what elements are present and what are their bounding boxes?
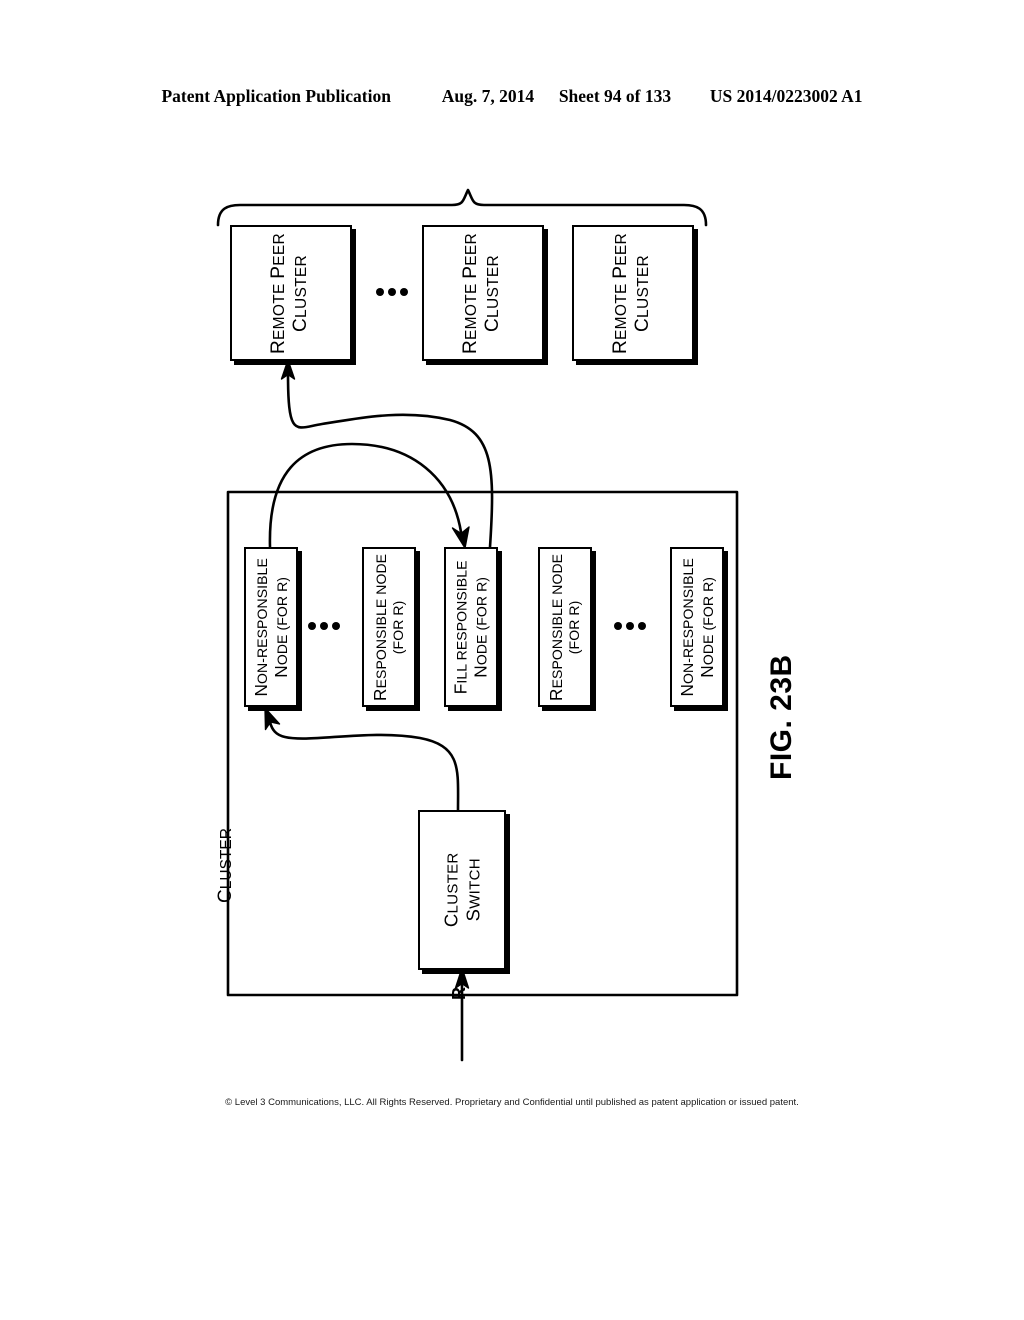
node-label-non-responsible-right: NON-RESPONSIBLE NODE (FOR R) (676, 557, 718, 697)
node-box-responsible-left[interactable]: RESPONSIBLE NODE (FOR R) (362, 547, 416, 707)
node-label-responsible-right: RESPONSIBLE NODE (FOR R) (546, 553, 583, 701)
input-label-r: R (449, 987, 469, 1000)
remote-peer-cluster-label-3: REMOTE PEER CLUSTER (610, 232, 654, 354)
remote-peer-cluster-box-2[interactable]: REMOTE PEER CLUSTER (422, 225, 544, 361)
node-label-fill-responsible: FILL RESPONSIBLE NODE (FOR R) (450, 560, 492, 694)
arrow-nonresp-to-fill (268, 442, 463, 549)
node-label-non-responsible-left: NON-RESPONSIBLE NODE (FOR R) (250, 557, 292, 697)
cluster-switch-box[interactable]: CLUSTER SWITCH (418, 810, 506, 970)
remote-peer-cluster-box-1[interactable]: REMOTE PEER CLUSTER (230, 225, 352, 361)
node-box-non-responsible-right[interactable]: NON-RESPONSIBLE NODE (FOR R) (670, 547, 724, 707)
cluster-frame-label: CLUSTER (215, 828, 236, 903)
remote-peer-cluster-label-1: REMOTE PEER CLUSTER (268, 232, 312, 354)
peer-group-brace (216, 188, 708, 227)
remote-peer-cluster-box-3[interactable]: REMOTE PEER CLUSTER (572, 225, 694, 361)
node-box-responsible-right[interactable]: RESPONSIBLE NODE (FOR R) (538, 547, 592, 707)
node-ellipsis-right (614, 622, 646, 630)
cluster-switch-label: CLUSTER SWITCH (440, 852, 483, 928)
node-label-responsible-left: RESPONSIBLE NODE (FOR R) (370, 553, 407, 701)
arrow-fill-to-peer (286, 372, 494, 549)
copyright-footer: © Level 3 Communications, LLC. All Right… (225, 1097, 799, 1108)
figure-drawing-canvas (0, 0, 1024, 1320)
peer-cluster-ellipsis (376, 288, 408, 296)
node-ellipsis-left (308, 622, 340, 630)
node-box-fill-responsible[interactable]: FILL RESPONSIBLE NODE (FOR R) (444, 547, 498, 707)
figure-number-label: FIG. 23B (765, 654, 798, 780)
remote-peer-cluster-label-2: REMOTE PEER CLUSTER (460, 232, 504, 354)
arrow-switch-to-nonresp (268, 720, 460, 812)
node-box-non-responsible-left[interactable]: NON-RESPONSIBLE NODE (FOR R) (244, 547, 298, 707)
